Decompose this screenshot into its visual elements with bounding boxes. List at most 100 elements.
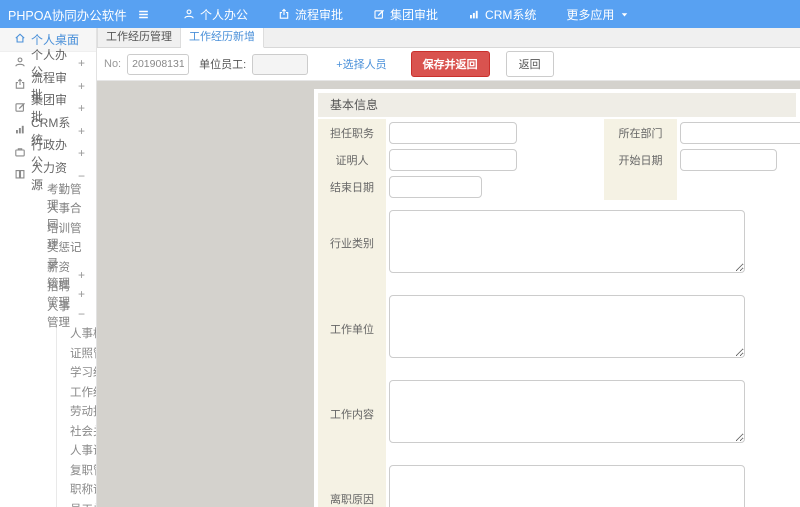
no-input[interactable] [127,53,190,75]
nav-item-group-approval[interactable]: 集团审批 [358,0,453,28]
expand-plus-icon[interactable]: + [78,101,85,115]
end-date-input[interactable] [389,175,482,198]
toolbar: No: 单位员工: +选择人员 保存并返回 返回 [97,48,800,81]
nav-item-workflow-approval[interactable]: 流程审批 [263,0,358,28]
tab-work-experience-manage[interactable]: 工作经历管理 [97,28,181,47]
nav-item-personal-office[interactable]: 个人办公 [168,0,263,28]
navbar-menu: 个人办公 流程审批 集团审批 CRM系统 更多应用 [168,0,645,28]
tab-work-experience-create[interactable]: 工作经历新增 [181,28,264,48]
chart-icon [14,123,26,138]
sidebar-item-labor-skills[interactable]: 劳动技能 [57,402,96,422]
chart-icon [468,8,480,20]
employee-label: 单位员工: [199,59,247,71]
top-navbar: PHPOA协同办公软件 个人办公 流程审批 集团审批 CRM系统 更多应用 [0,0,800,28]
leave-reason-textarea[interactable] [389,465,745,507]
nav-label: 个人办公 [200,7,249,22]
workflow-icon [14,78,26,93]
sidebar-item-label: 证照管理 [70,347,96,360]
save-and-return-button[interactable]: 保存并返回 [410,51,490,77]
expand-plus-icon[interactable]: + [78,146,85,160]
content-area: 工作经历管理 工作经历新增 No: 单位员工: +选择人员 保存并返回 返回 基… [97,28,800,507]
position-input[interactable] [389,121,517,144]
form-row: 结束日期 [318,173,796,200]
sidebar-item-personnel-mgmt[interactable]: 人事管理 − [0,301,96,329]
employee-input[interactable] [252,53,309,75]
sidebar-item-title-evaluation[interactable]: 职称评定 [57,480,96,500]
form-row: 证明人 开始日期 [318,146,796,173]
spacer-cell [677,173,796,200]
expand-plus-icon[interactable]: + [78,268,85,282]
end-date-label: 结束日期 [318,173,386,200]
nav-item-crm[interactable]: CRM系统 [453,0,551,28]
sidebar-item-certificate-mgmt[interactable]: 证照管理 [57,343,96,363]
sidebar-item-label: 劳动技能 [70,406,96,419]
no-label: No: [104,58,122,70]
edit-icon [373,8,385,20]
workflow-icon [278,8,290,20]
sidebar-item-label: 工作经历 [70,386,96,399]
edit-icon [14,101,26,116]
sidebar-item-label: 学习经历 [70,367,96,380]
personnel-submenu: 人事档案管理 证照管理 学习经历 工作经历 劳动技能 社会关系 人事调动 复职管… [56,323,96,507]
nav-item-more-apps[interactable]: 更多应用 [551,0,645,28]
user-icon [14,56,26,71]
sidebar-toggle-button[interactable] [128,8,158,21]
start-date-label: 开始日期 [604,146,677,173]
sidebar-item-label: 复职管理 [70,464,96,477]
sidebar-item-work-experience[interactable]: 工作经历 [57,382,96,402]
collapse-minus-icon[interactable]: − [78,307,85,321]
expand-plus-icon[interactable]: + [78,56,85,70]
return-button[interactable]: 返回 [505,51,554,77]
nav-label: CRM系统 [485,7,537,22]
department-input[interactable] [680,121,800,144]
briefcase-icon [14,146,26,161]
start-date-input[interactable] [680,148,777,171]
hamburger-icon [137,8,150,21]
tab-bar: 工作经历管理 工作经历新增 [97,28,800,48]
nav-label: 流程审批 [295,7,344,22]
nav-label: 集团审批 [390,7,439,22]
form-row: 离职原因 [318,456,796,507]
sidebar-item-personnel-transfer[interactable]: 人事调动 [57,441,96,461]
form-row: 行业类别 [318,200,796,286]
work-content-label: 工作内容 [318,371,386,456]
user-icon [183,8,195,20]
form-row: 工作内容 [318,371,796,456]
witness-input[interactable] [389,148,517,171]
department-label: 所在部门 [604,119,677,146]
company-label: 工作单位 [318,286,386,371]
section-title: 基本信息 [318,93,796,117]
industry-label: 行业类别 [318,200,386,286]
hr-submenu: 考勤管理 人事合同 培训管理 奖惩记录 薪资管理 + 招聘管理 + 人事管理 −… [0,184,96,507]
sidebar-item-label: 人事档案管理 [70,328,96,341]
expand-plus-icon[interactable]: + [78,79,85,93]
expand-plus-icon[interactable]: + [78,287,85,301]
form-panel: 基本信息 担任职务 所在部门 证明人 开始日期 结束日期 行业类别 工作单位 工… [314,89,800,507]
sidebar-item-label: 人事调动 [70,445,96,458]
company-textarea[interactable] [389,295,745,358]
app-logo: PHPOA协同办公软件 [8,8,127,23]
sidebar-item-reinstatement-mgmt[interactable]: 复职管理 [57,460,96,480]
form-row: 担任职务 所在部门 [318,119,800,146]
leave-reason-label: 离职原因 [318,456,386,507]
work-content-textarea[interactable] [389,380,745,443]
sidebar-item-label: 社会关系 [70,425,96,438]
sidebar-item-label: 职称评定 [70,484,96,497]
sidebar-item-employee-care[interactable]: 员工关怀 [57,499,96,507]
expand-plus-icon[interactable]: + [78,124,85,138]
form-row: 工作单位 [318,286,796,371]
home-icon [14,32,26,47]
witness-label: 证明人 [318,146,386,173]
content-body: 基本信息 担任职务 所在部门 证明人 开始日期 结束日期 行业类别 工作单位 工… [97,81,800,507]
caret-down-icon [619,9,630,20]
select-person-link[interactable]: +选择人员 [336,56,386,72]
sidebar-item-study-experience[interactable]: 学习经历 [57,363,96,383]
nav-label: 更多应用 [566,7,615,22]
sidebar-item-label: 员工关怀 [70,501,96,507]
spacer-cell [604,173,677,200]
industry-textarea[interactable] [389,210,745,273]
sidebar-item-social-relations[interactable]: 社会关系 [57,421,96,441]
position-label: 担任职务 [318,119,386,146]
sidebar: 个人桌面 个人办公 + 流程审批 + 集团审批 + CRM系统 + 行政办公 + [0,28,97,507]
main-area: 个人桌面 个人办公 + 流程审批 + 集团审批 + CRM系统 + 行政办公 + [0,28,800,507]
